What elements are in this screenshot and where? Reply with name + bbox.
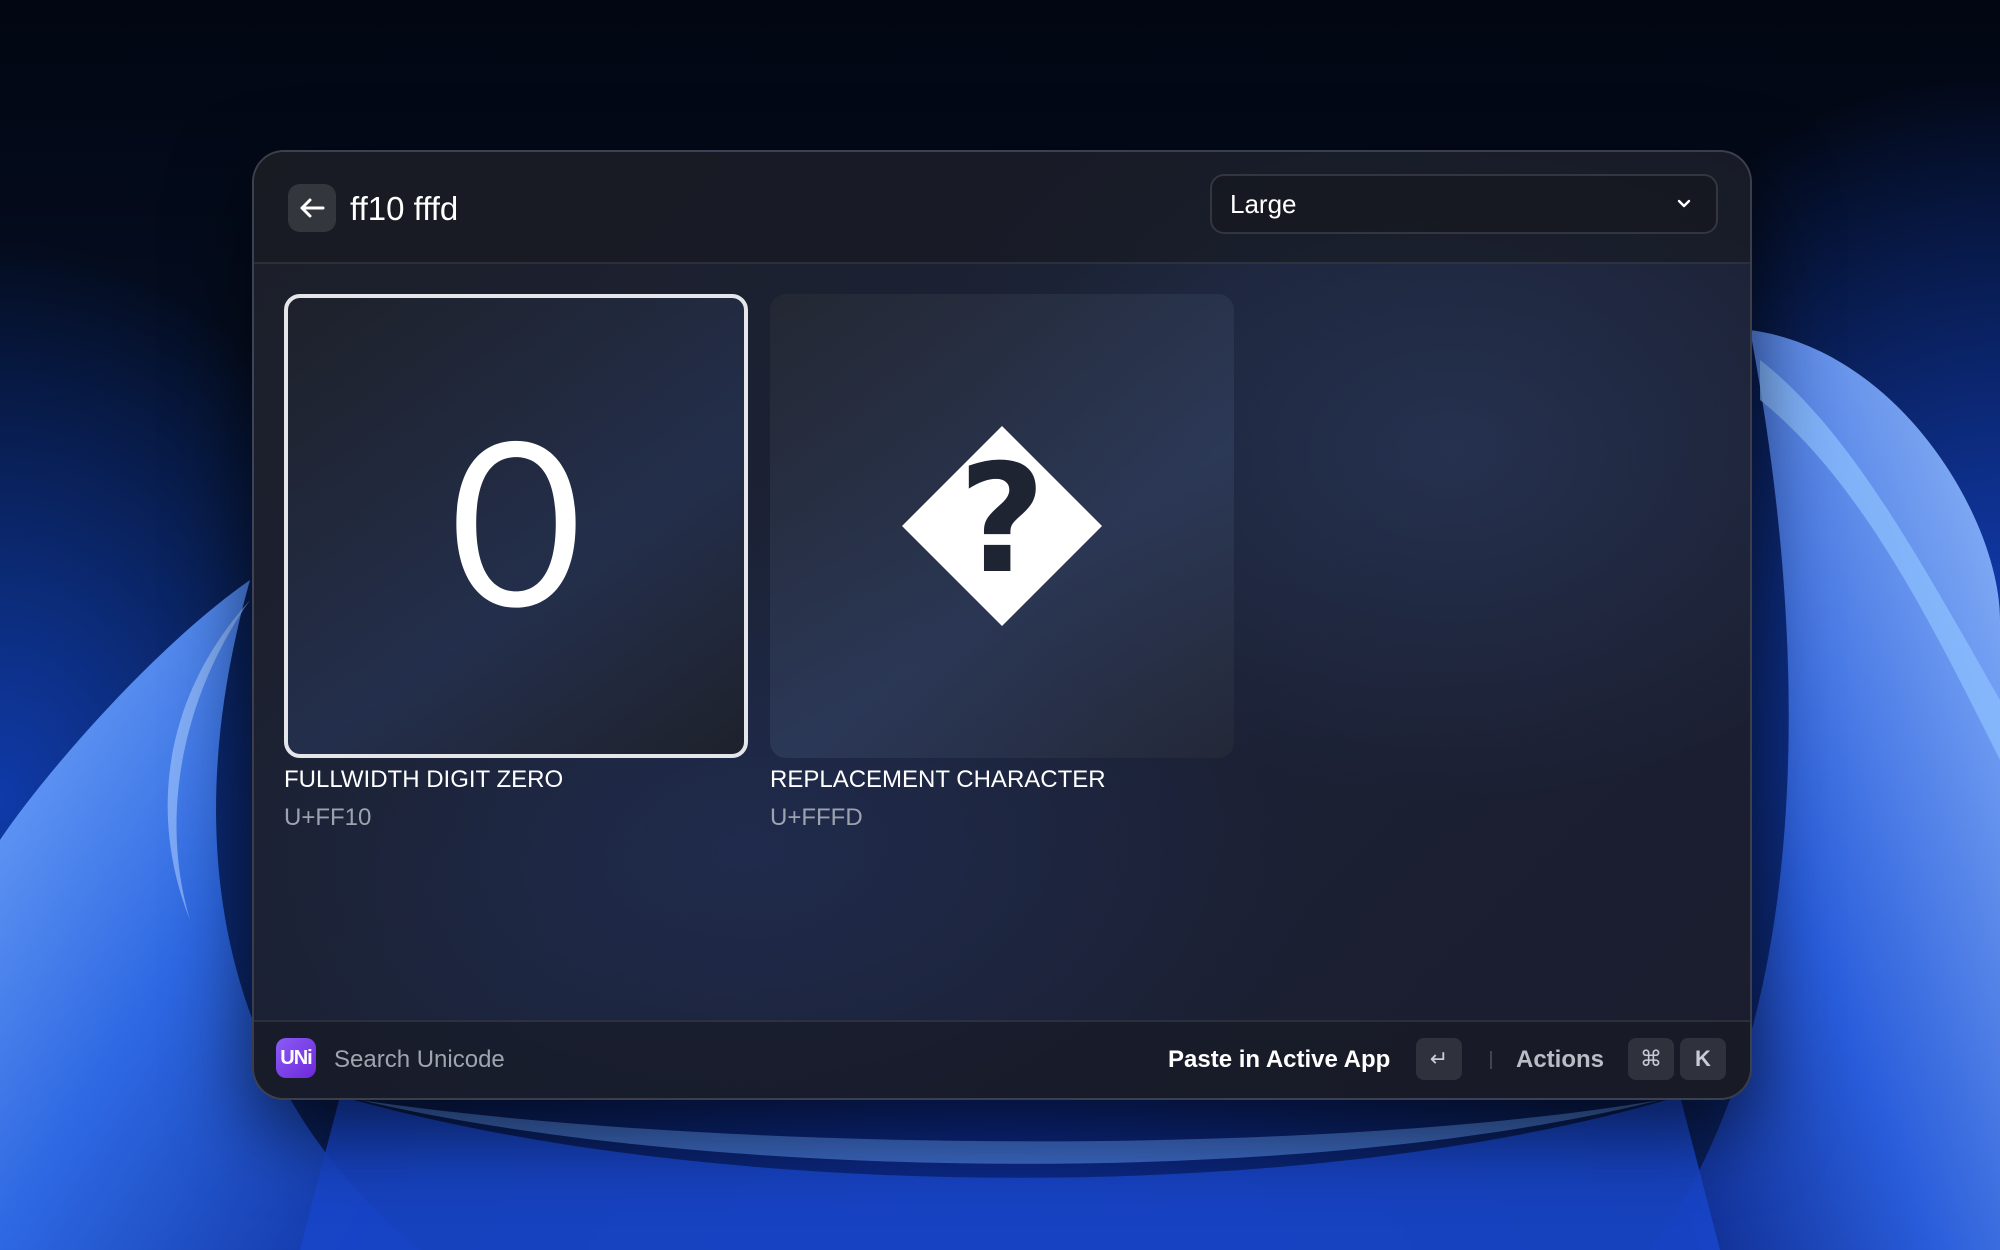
size-dropdown[interactable]: Large [1210,174,1718,234]
codepoint-label: U+FF10 [284,804,372,831]
paste-in-active-app-button[interactable]: Paste in Active App [1168,1022,1390,1098]
unicode-search-window: Large ０ FULLWIDTH DIGIT ZERO U+FF10 ? RE… [252,150,1752,1100]
enter-key-icon: ↵ [1416,1038,1462,1080]
character-name: REPLACEMENT CHARACTER [770,766,1106,793]
back-button[interactable] [288,184,336,232]
size-dropdown-value: Large [1230,189,1297,219]
codepoint-label: U+FFFD [770,804,863,831]
action-bar: UNi Search Unicode Paste in Active App ↵… [254,1020,1750,1098]
chevron-down-icon [1677,199,1691,208]
extension-title: Search Unicode [334,1046,505,1073]
search-header: Large [254,152,1750,264]
character-name: FULLWIDTH DIGIT ZERO [284,766,564,793]
glyph-preview: ? [770,294,1234,758]
replacement-character-glyph: ? [902,426,1102,626]
glyph-preview: ０ [284,294,748,758]
search-input[interactable] [348,180,1052,238]
svg-text:?: ? [958,433,1045,607]
command-key-icon: ⌘ [1628,1038,1674,1080]
app-logo: UNi [276,1038,316,1078]
arrow-left-icon [300,198,325,218]
divider [1490,1051,1492,1069]
k-key-label: K [1680,1038,1726,1080]
actions-button[interactable]: Actions [1516,1022,1604,1098]
glyph-character: ０ [405,401,626,657]
